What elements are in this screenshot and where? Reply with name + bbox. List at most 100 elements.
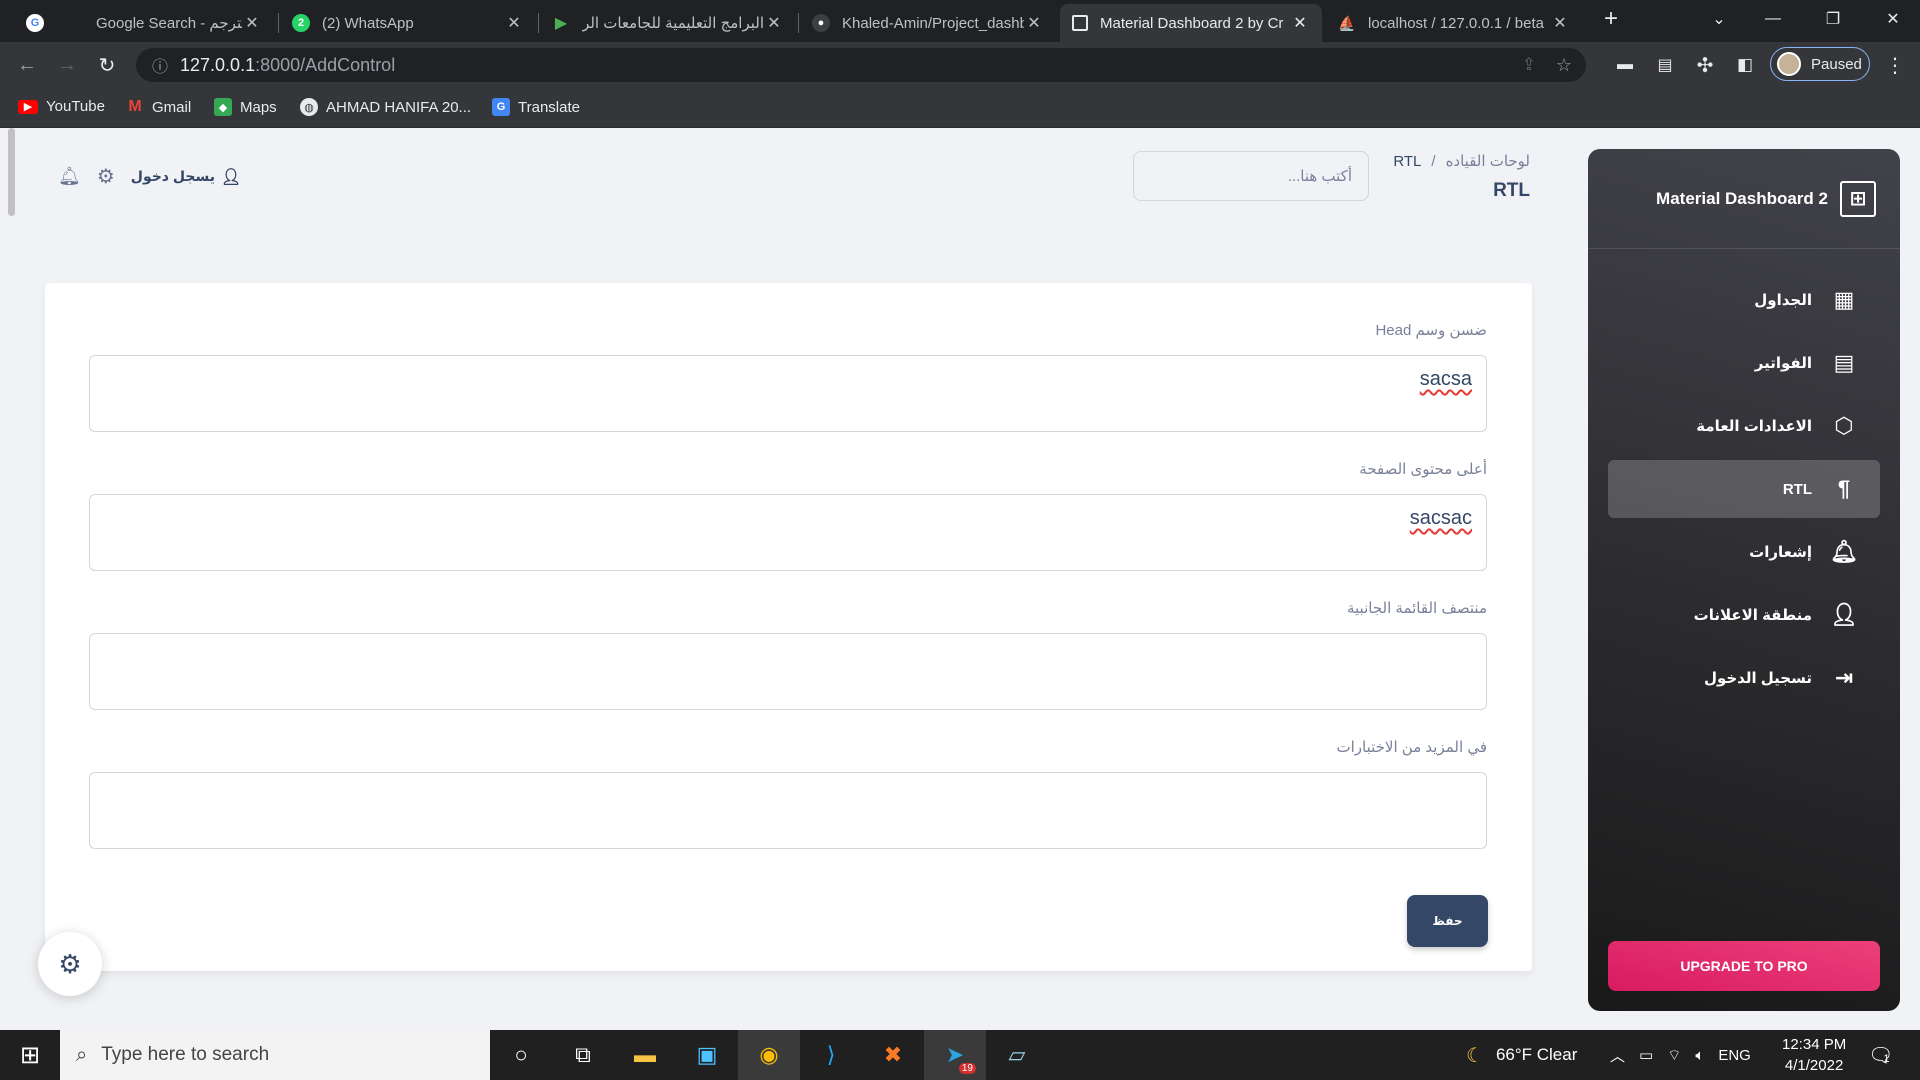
reload-icon[interactable]: ↻ <box>92 50 122 80</box>
clock-time: 12:34 PM <box>1782 1036 1847 1053</box>
more-tests-input[interactable] <box>89 772 1487 849</box>
close-icon[interactable]: ✕ <box>242 13 262 33</box>
share-icon[interactable]: ⇪ <box>1522 55 1536 75</box>
bell-icon[interactable]: 🔔︎ <box>58 166 81 187</box>
page-top-input[interactable]: sacsac <box>89 494 1487 571</box>
chevron-up-icon[interactable]: ︿ <box>1610 1045 1625 1066</box>
search-input[interactable]: أكتب هنا... <box>1133 151 1369 201</box>
sidebar-item-ads-area[interactable]: منطقة الاعلانات 👤︎ <box>1608 586 1880 644</box>
upgrade-to-pro-button[interactable]: UPGRADE TO PRO <box>1608 941 1880 991</box>
field-label-more-tests: في المزيد من الاختبارات <box>1336 739 1487 756</box>
close-icon[interactable]: ✕ <box>504 13 524 33</box>
telegram-icon[interactable]: ➤ 19 <box>924 1030 986 1080</box>
close-icon[interactable]: ✕ <box>764 13 784 33</box>
tab-whatsapp[interactable]: 2 (2) WhatsApp ✕ <box>280 4 536 42</box>
taskbar-search-input[interactable]: ⌕ Type here to search <box>60 1030 490 1080</box>
google-icon: G <box>26 14 44 32</box>
bookmark-translate[interactable]: G Translate <box>492 98 580 116</box>
sidebar-item-label: إشعارات <box>1749 544 1812 561</box>
tab-title: Material Dashboard 2 by Cr <box>1100 14 1284 32</box>
sidebar-item-login[interactable]: تسجيل الدخول ⇥ <box>1608 649 1880 707</box>
sidebar-item-notifications[interactable]: إشعارات 🔔︎ <box>1608 523 1880 581</box>
tab-title: (2) WhatsApp <box>322 14 414 32</box>
close-icon[interactable]: ✕ <box>1550 13 1570 33</box>
head-tag-input[interactable]: sacsa <box>89 355 1487 432</box>
sidebar-brand[interactable]: Material Dashboard 2 ⊞ <box>1588 149 1900 249</box>
sidebar-item-tables[interactable]: الجداول ▦ <box>1608 271 1880 329</box>
extension-icon[interactable]: ▬ <box>1610 50 1640 80</box>
xampp-icon[interactable]: ✖ <box>862 1030 924 1080</box>
new-tab-button[interactable]: + <box>1588 0 1634 38</box>
restore-button[interactable]: ❐ <box>1810 0 1856 38</box>
clock-date: 4/1/2022 <box>1784 1057 1844 1074</box>
paragraph-rtl-icon: ¶ <box>1837 476 1851 501</box>
battery-icon[interactable]: ▭ <box>1639 1046 1653 1064</box>
minimize-button[interactable]: — <box>1750 0 1796 38</box>
weather-text: 66°F Clear <box>1495 1045 1578 1064</box>
tab-search-chevron-icon[interactable]: ⌄ <box>1696 0 1742 38</box>
settings-fab-button[interactable]: ⚙ <box>38 932 102 996</box>
sidebar-item-general-settings[interactable]: الاعدادات العامة ⬡ <box>1608 397 1880 455</box>
bookmark-star-icon[interactable]: ☆ <box>1556 55 1572 76</box>
language-indicator[interactable]: ENG <box>1718 1047 1751 1064</box>
url-host: 127.0.0.1 <box>180 54 256 75</box>
url-path: :8000/AddControl <box>255 54 396 75</box>
cortana-icon[interactable]: ○ <box>490 1030 552 1080</box>
system-tray: ︿ ▭ ⌔ 🔈︎ ENG <box>1610 1030 1751 1080</box>
chrome-icon[interactable]: ◉ <box>738 1030 800 1080</box>
sidebar-item-label: RTL <box>1782 480 1812 498</box>
sidebar-item-billing[interactable]: الفواتير ▤ <box>1608 334 1880 392</box>
breadcrumb: لوحات القياده/RTL RTL <box>1393 153 1530 201</box>
notification-center-icon[interactable]: 🗨︎ 1 <box>1868 1030 1893 1080</box>
gear-icon: ⚙ <box>58 948 82 979</box>
youtube-icon: ▶ <box>18 99 38 114</box>
weather-widget[interactable]: ☾ 66°F Clear <box>1466 1030 1577 1080</box>
profile-button[interactable]: Paused <box>1770 47 1870 81</box>
bookmark-maps[interactable]: ◆ Maps <box>214 98 277 116</box>
sidebar-middle-input[interactable] <box>89 633 1487 710</box>
notepad-icon[interactable]: ▱ <box>986 1030 1048 1080</box>
puzzle-icon[interactable]: ✣ <box>1690 50 1720 80</box>
close-icon[interactable]: ✕ <box>1024 13 1044 33</box>
vscode-icon[interactable]: ⟩ <box>800 1030 862 1080</box>
gear-icon[interactable]: ⚙ <box>97 164 115 189</box>
tab-google-search[interactable]: G Google Search - مترجم ✕ <box>14 4 274 42</box>
side-panel-icon[interactable]: ◧ <box>1730 50 1760 80</box>
dashboard-logo-icon: ⊞ <box>1840 180 1876 217</box>
close-icon[interactable]: ✕ <box>1290 13 1310 33</box>
tab-tutorials[interactable]: ▶ البرامج التعليمية للجامعات الر ✕ <box>540 4 796 42</box>
breadcrumb-root[interactable]: لوحات القياده <box>1446 153 1530 170</box>
store-icon[interactable]: ▣ <box>676 1030 738 1080</box>
avatar <box>1777 52 1801 76</box>
task-view-icon[interactable]: ⧉ <box>552 1030 614 1080</box>
bookmark-ahmad-hanifa[interactable]: ◍ AHMAD HANIFA 20... <box>300 98 471 116</box>
menu-kebab-icon[interactable]: ⋮ <box>1880 50 1910 80</box>
sidebar-item-rtl[interactable]: RTL ¶ <box>1608 460 1880 518</box>
close-window-button[interactable]: ✕ <box>1870 0 1916 38</box>
volume-icon[interactable]: 🔈︎ <box>1695 1047 1704 1064</box>
wifi-icon[interactable]: ⌔ <box>1667 1046 1681 1065</box>
address-bar[interactable]: ⓘ 127.0.0.1:8000/AddControl ⇪ ☆ <box>136 48 1586 82</box>
file-explorer-icon[interactable]: ▬ <box>614 1030 676 1080</box>
bookmark-youtube[interactable]: ▶ YouTube <box>18 98 105 115</box>
phpmyadmin-icon: ⛵ <box>1338 14 1356 31</box>
extension-doc-icon[interactable]: ▤ <box>1650 50 1680 80</box>
field-label-page-top: أعلى محتوى الصفحة <box>1359 461 1487 478</box>
bookmark-gmail[interactable]: M Gmail <box>126 98 191 116</box>
tab-github[interactable]: ● Khaled-Amin/Project_dashb ✕ <box>800 4 1056 42</box>
windows-start-icon[interactable]: ⊞ <box>0 1030 60 1080</box>
tab-phpmyadmin[interactable]: ⛵ localhost / 127.0.0.1 / beta ✕ <box>1326 4 1582 42</box>
save-button[interactable]: حفظ <box>1407 895 1488 947</box>
clock[interactable]: 12:34 PM 4/1/2022 <box>1782 1030 1846 1080</box>
scrollbar[interactable] <box>8 128 15 216</box>
tab-material-dashboard[interactable]: Material Dashboard 2 by Cr ✕ <box>1060 4 1322 42</box>
back-arrow-icon[interactable]: ← <box>12 50 42 80</box>
sidebar-item-label: الجداول <box>1754 292 1812 309</box>
tab-title: localhost / 127.0.0.1 / beta <box>1368 14 1544 32</box>
info-icon[interactable]: ⓘ <box>152 53 168 77</box>
signin-link[interactable]: يسجل دخول 👤︎ <box>131 167 242 187</box>
forward-arrow-icon[interactable]: → <box>52 50 82 80</box>
bookmark-label: Maps <box>240 98 277 116</box>
input-value: sacsa <box>1419 368 1472 390</box>
notification-count: 1 <box>1883 1053 1890 1065</box>
